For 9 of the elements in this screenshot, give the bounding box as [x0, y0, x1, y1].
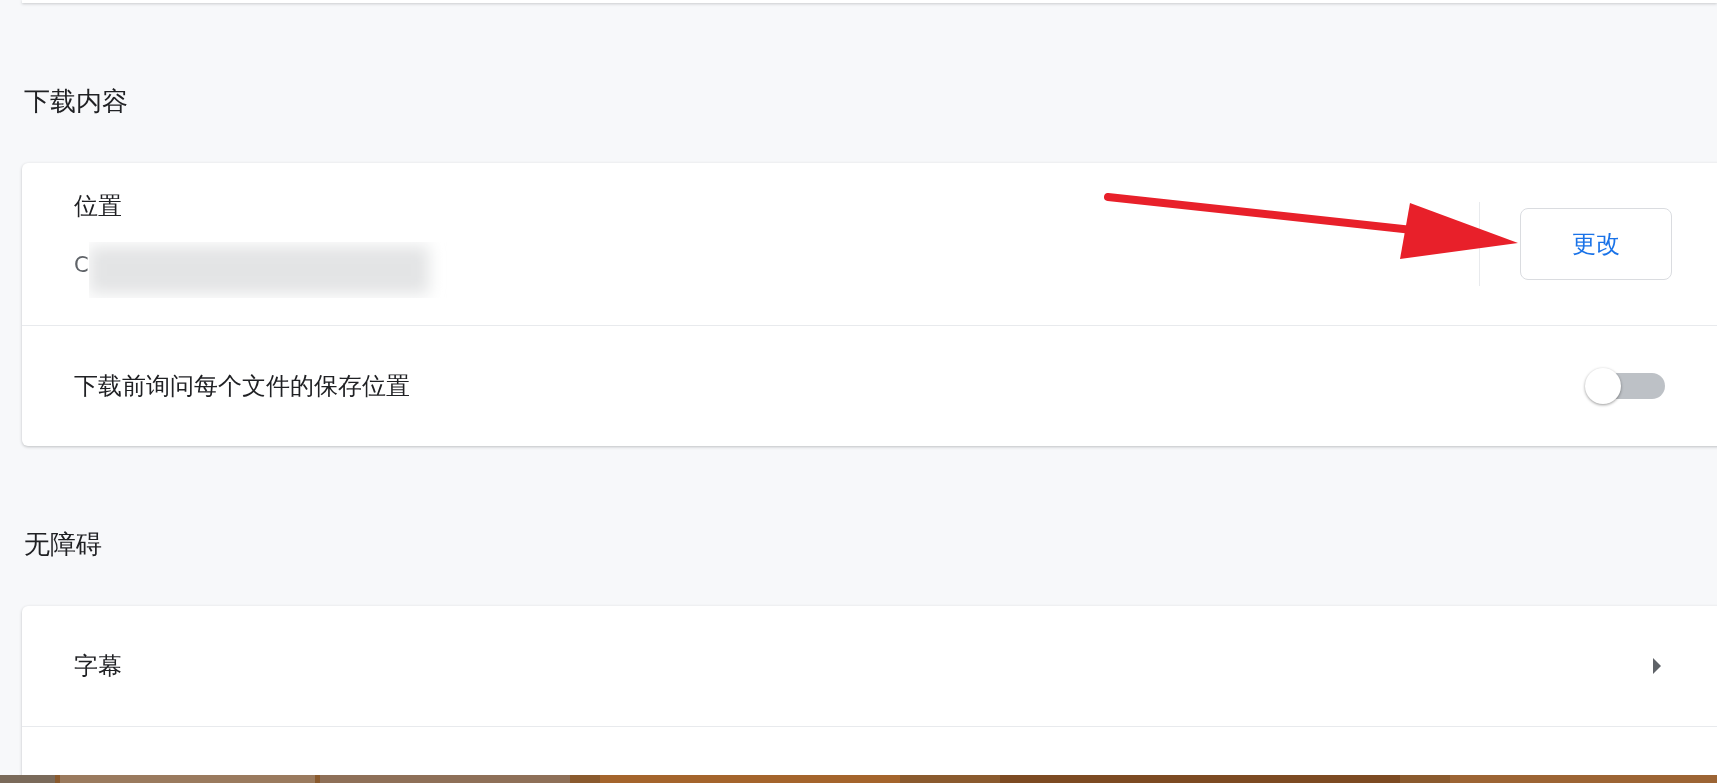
section-heading: 无障碍: [24, 528, 103, 561]
setting-label: 位置: [74, 191, 123, 222]
change-button[interactable]: 更改: [1520, 208, 1672, 280]
toggle-switch[interactable]: [1585, 368, 1665, 404]
caret-icon: [1652, 657, 1662, 675]
setting-label[interactable]: 字幕: [74, 650, 122, 682]
path-text: C: [74, 253, 89, 277]
setting-label: 下载前询问每个文件的保存位置: [74, 371, 410, 402]
section-heading: 下载内容: [24, 85, 129, 118]
